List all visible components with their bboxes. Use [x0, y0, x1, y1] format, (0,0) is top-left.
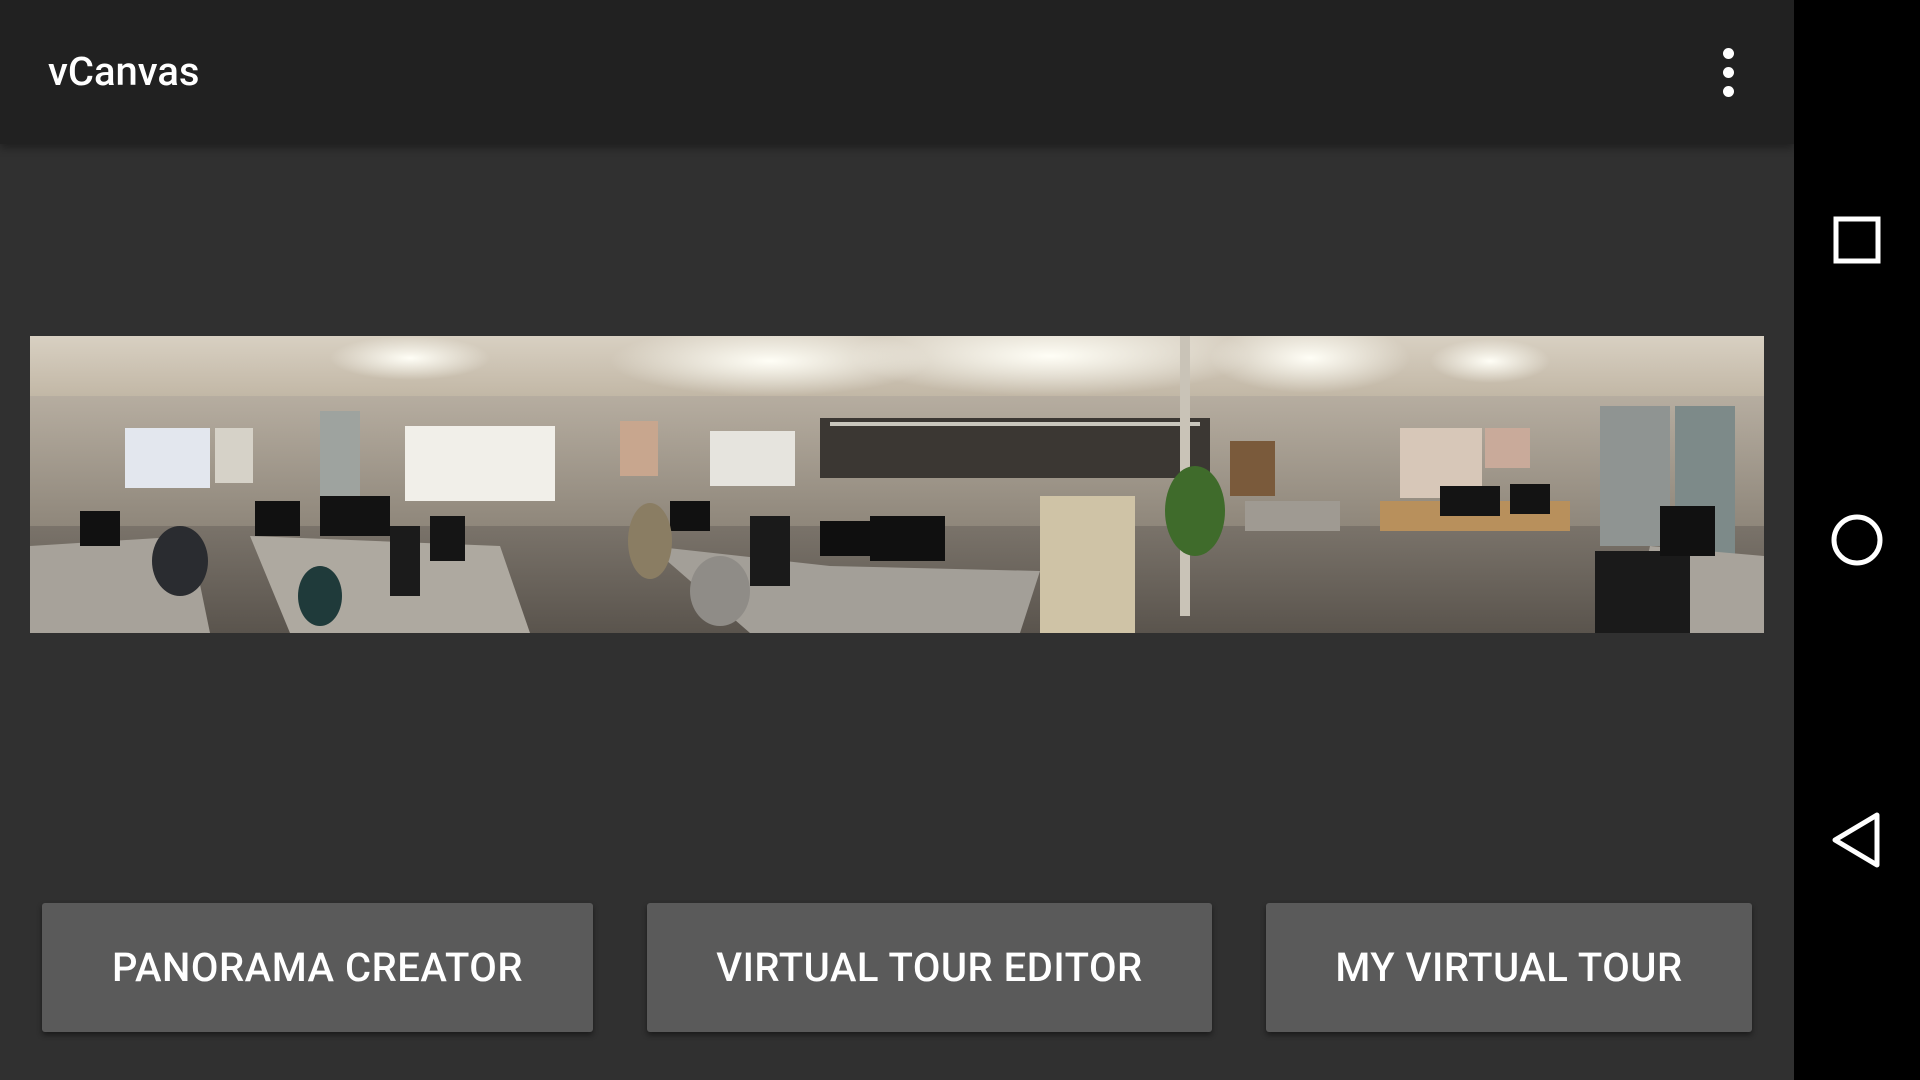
my-virtual-tour-button[interactable]: MY VIRTUAL TOUR: [1266, 903, 1752, 1032]
system-nav-bar: [1794, 0, 1920, 1080]
circle-home-icon: [1831, 514, 1883, 566]
virtual-tour-editor-button[interactable]: VIRTUAL TOUR EDITOR: [647, 903, 1212, 1032]
recents-button[interactable]: [1817, 200, 1897, 280]
app-title: vCanvas: [48, 48, 200, 95]
panorama-photo: [30, 336, 1764, 633]
overflow-menu-button[interactable]: [1700, 40, 1756, 104]
more-vert-icon: [1722, 47, 1734, 59]
square-recents-icon: [1833, 216, 1881, 264]
triangle-back-icon: [1832, 812, 1880, 868]
more-vert-icon-dot: [1722, 85, 1734, 97]
panorama-image[interactable]: [30, 336, 1764, 633]
more-vert-icon-dot: [1722, 66, 1734, 78]
home-button[interactable]: [1817, 500, 1897, 580]
app-screen: vCanvas PANORAMA CREATOR VIRTUAL TOUR ED…: [0, 0, 1794, 1080]
back-button[interactable]: [1817, 800, 1897, 880]
panorama-creator-button[interactable]: PANORAMA CREATOR: [42, 903, 593, 1032]
app-bar: vCanvas: [0, 0, 1794, 144]
